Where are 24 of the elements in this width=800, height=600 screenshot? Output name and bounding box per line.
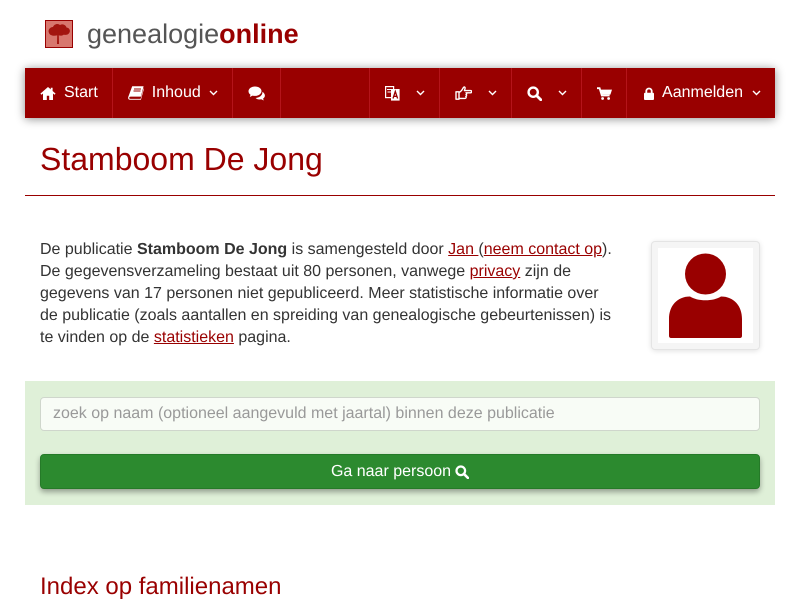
book-icon — [128, 86, 144, 100]
search-icon — [455, 464, 470, 478]
nav-link[interactable]: Aanmelden — [626, 68, 775, 118]
search-button[interactable]: Ga naar persoon — [40, 454, 760, 489]
section-heading: Index op familienamen — [40, 575, 282, 599]
lock-icon — [644, 86, 654, 100]
text-link[interactable]: statistieken — [154, 329, 234, 346]
home-icon — [40, 86, 56, 100]
text-link[interactable]: privacy — [470, 263, 520, 280]
search-icon — [527, 86, 542, 100]
site-logo-text[interactable]: genealogieonline — [87, 18, 299, 50]
translate-icon — [385, 86, 400, 100]
text-link[interactable]: Jan — [448, 241, 478, 258]
search-field[interactable]: zoek op naam (optioneel aangevuld met jaartal) binnen deze publicatie — [40, 397, 760, 431]
tree-logo-icon — [45, 20, 73, 48]
pointing-hand-icon — [455, 86, 472, 100]
text-link[interactable]: neem contact op — [484, 241, 602, 258]
description-paragraph: De publicatie Stamboom De Jong is samengesteld door Jan (neem contact op). De gegevensverzameling bestaat uit 80 personen, vanwege privacy zijn de gegevens van 17 personen niet gepubliceerd. Meer statistische informatie over de publicatie (zoals aantallen en spreiding van genealogische gebeurtenissen) is te vinden op de statistieken pagina. — [40, 240, 613, 348]
chat-icon — [248, 86, 266, 100]
person-silhouette-icon — [658, 248, 753, 343]
nav-link[interactable]: Inhoud — [112, 68, 233, 118]
cart-icon — [597, 86, 612, 100]
nav-link[interactable]: Start — [25, 68, 113, 118]
page-title: Stamboom De Jong — [40, 142, 324, 177]
